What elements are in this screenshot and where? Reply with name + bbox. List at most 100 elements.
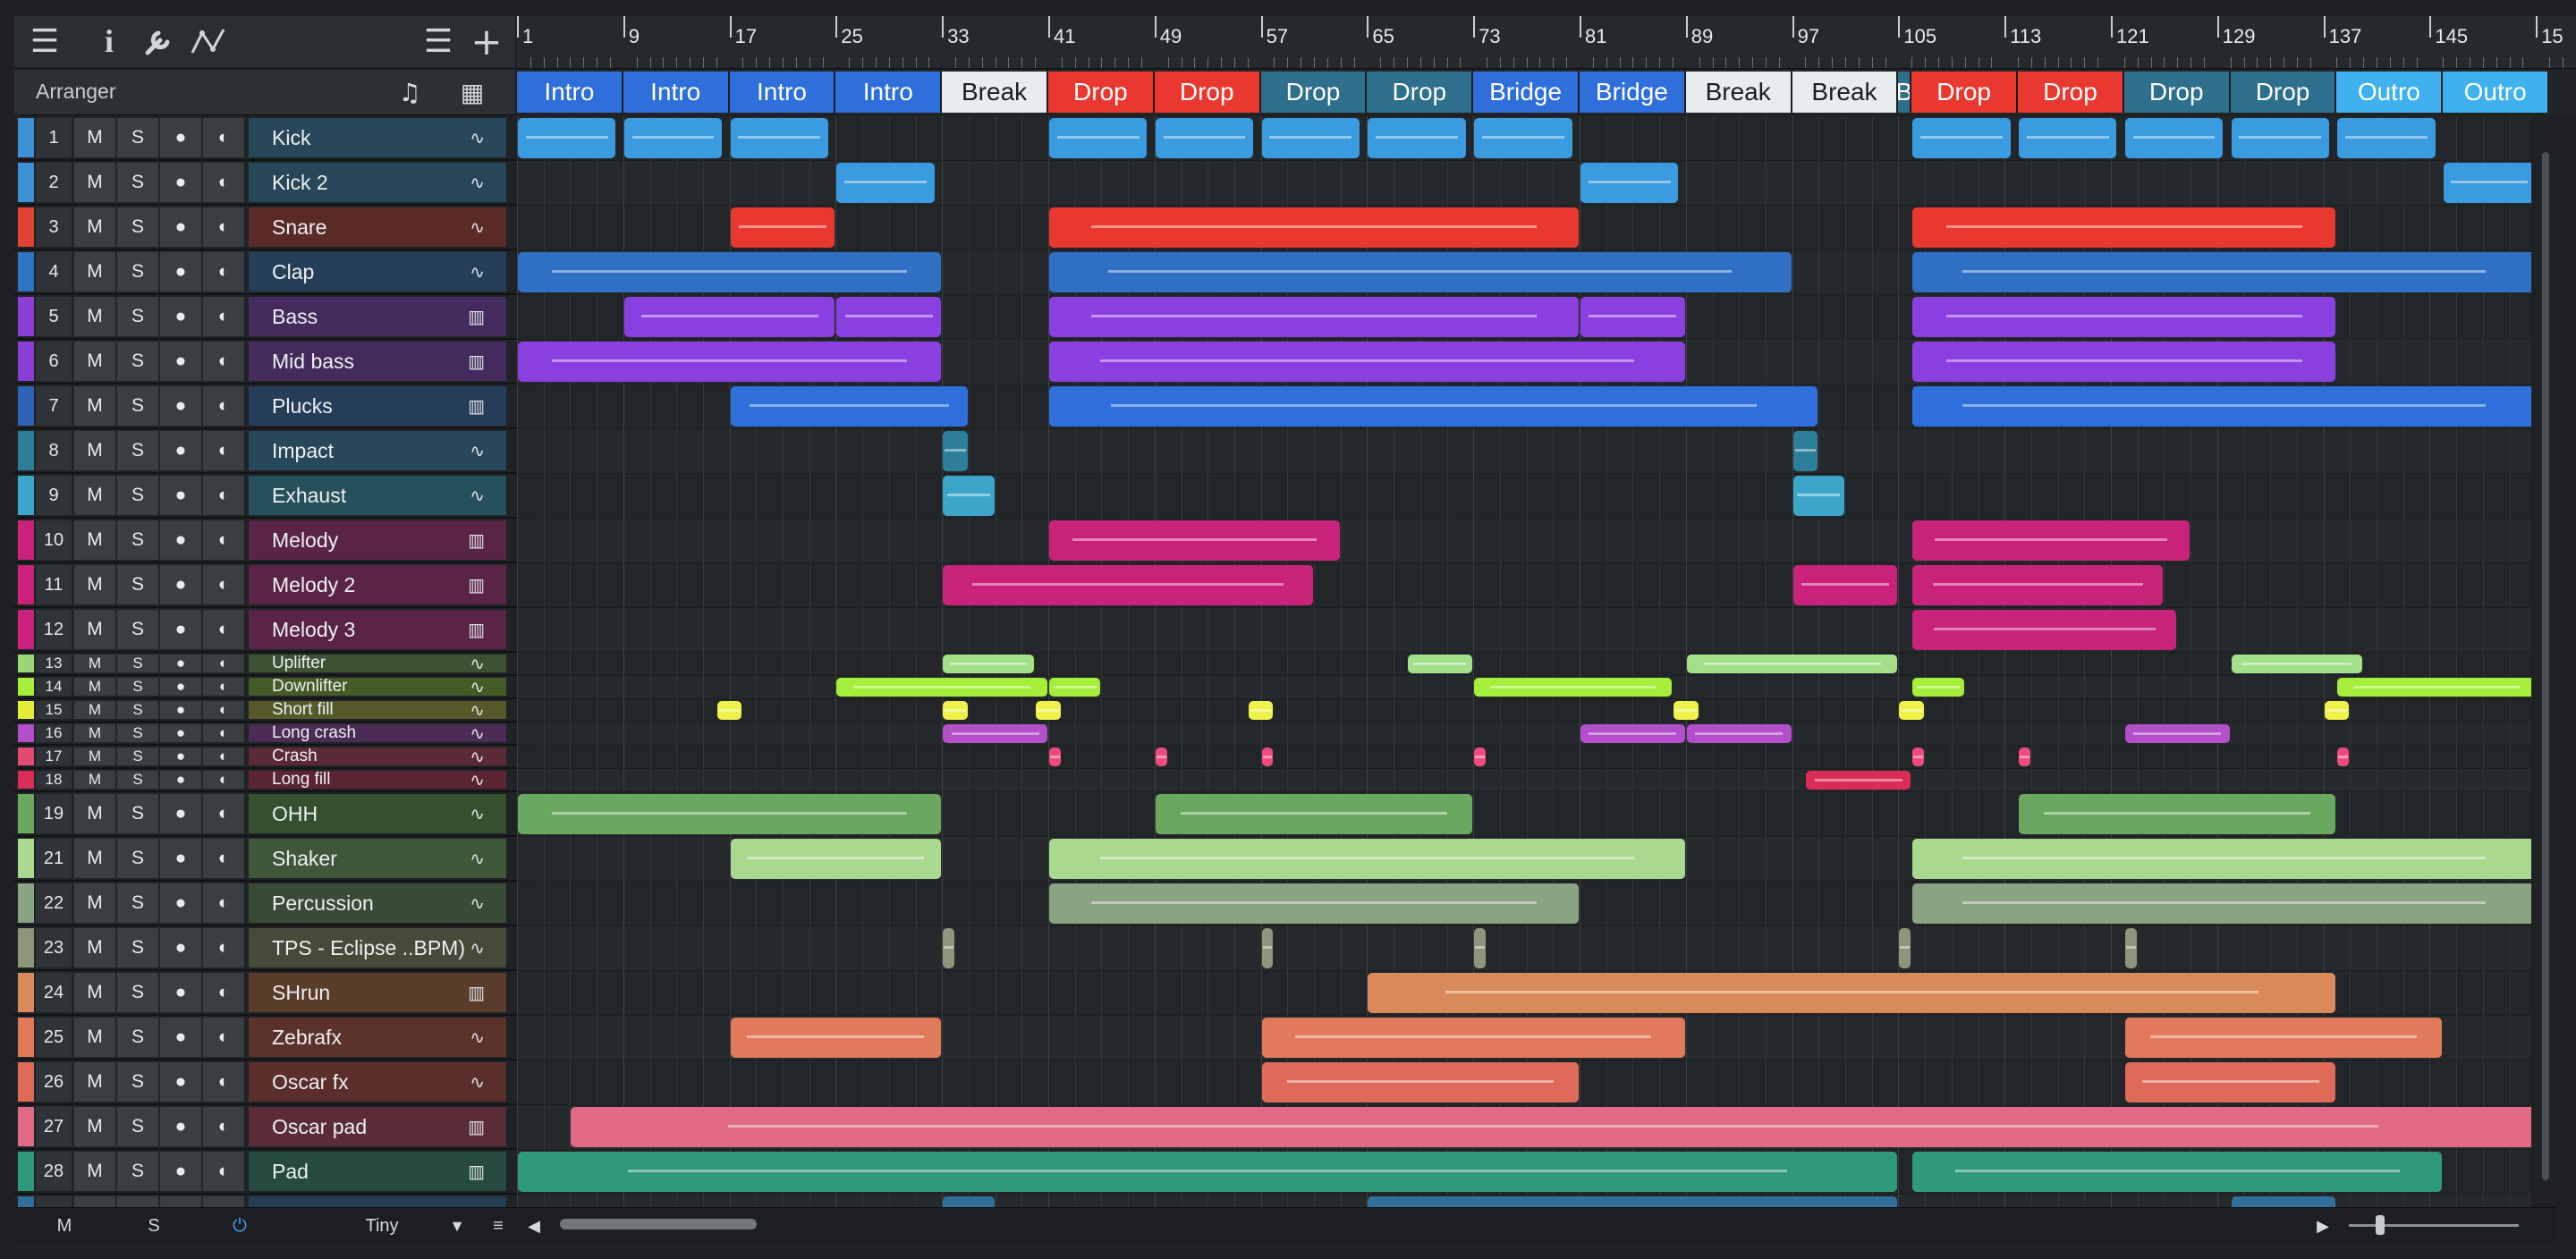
monitor-button[interactable]: ◐ [202,252,244,292]
monitor-button[interactable]: ◐ [202,839,244,878]
clip[interactable] [836,678,1047,697]
clip[interactable] [943,1196,995,1207]
add-icon[interactable]: + [467,20,506,63]
clip[interactable] [1049,297,1579,337]
clip[interactable] [1912,610,2177,650]
clip[interactable] [518,252,942,292]
track-name[interactable]: Melody ▥ [249,520,506,560]
track-color-swatch[interactable] [18,794,34,833]
monitor-button[interactable]: ◐ [202,1152,244,1191]
clip[interactable] [1261,1062,1579,1103]
track-lane[interactable] [517,746,2531,769]
clip[interactable] [1368,973,2336,1013]
clip[interactable] [1368,118,1466,158]
track-name[interactable]: impOSCar∿ [249,1196,506,1207]
record-arm-button[interactable]: ● [159,252,201,292]
solo-button[interactable]: S [116,476,158,515]
track-header[interactable]: 16 M S ● ◐ Long crash ∿ [14,722,517,746]
clip[interactable] [943,928,955,968]
record-arm-button[interactable]: ● [159,678,201,696]
track-header[interactable]: 22 M S ● ◐ Percussion ∿ [14,882,517,926]
track-lane[interactable] [517,608,2531,653]
clip[interactable] [1474,678,1672,697]
track-header[interactable]: 25 M S ● ◐ Zebrafx ∿ [14,1016,517,1060]
track-name[interactable]: Downlifter ∿ [249,678,506,696]
clip[interactable] [1912,839,2531,879]
track-header[interactable]: 17 M S ● ◐ Crash ∿ [14,746,517,769]
track-header[interactable]: 4 M S ● ◐ Clap ∿ [14,250,517,295]
solo-button[interactable]: S [116,1196,158,1207]
monitor-button[interactable]: ◐ [202,163,244,202]
clip[interactable] [2124,928,2137,968]
menu-icon[interactable]: ☰ [25,21,64,61]
track-lane[interactable] [517,429,2531,474]
track-color-swatch[interactable] [18,839,34,878]
clip[interactable] [1580,163,1679,203]
clip[interactable] [1049,748,1061,766]
clip[interactable] [623,118,723,158]
track-color-swatch[interactable] [18,1107,34,1146]
arranger-section[interactable]: Drop [1260,72,1368,113]
clip[interactable] [1368,1196,1898,1207]
track-color-swatch[interactable] [18,771,34,789]
mute-button[interactable]: M [73,118,115,157]
track-color-swatch[interactable] [18,476,34,515]
clip[interactable] [2231,118,2330,158]
clip[interactable] [730,839,942,879]
clip[interactable] [1261,118,1360,158]
clip[interactable] [1407,655,1473,673]
clip[interactable] [1673,701,1699,720]
chevron-down-icon[interactable]: ▼ [444,1213,470,1238]
track-lane[interactable] [517,474,2531,519]
track-lane[interactable] [517,926,2531,971]
track-lane[interactable] [517,699,2531,722]
arranger-section[interactable]: Bridge [1580,72,1686,113]
clip[interactable] [2019,794,2336,834]
record-arm-button[interactable]: ● [159,565,201,604]
clip[interactable] [623,297,835,337]
mute-button[interactable]: M [73,1018,115,1057]
clip[interactable] [730,207,835,248]
record-arm-button[interactable]: ● [159,163,201,202]
track-header[interactable]: 8 M S ● ◐ Impact ∿ [14,429,517,474]
arranger-track[interactable]: Intro Intro Intro Intro Break Drop Drop Drop Dro… [517,70,2576,114]
clip[interactable] [1049,342,1685,382]
monitor-button[interactable]: ◐ [202,701,244,719]
mute-button[interactable]: M [73,883,115,923]
clip[interactable] [1155,794,1473,834]
solo-button[interactable]: S [116,655,158,672]
clip[interactable] [1261,1018,1685,1058]
mute-button[interactable]: M [73,207,115,247]
arranger-section[interactable]: Intro [623,72,730,113]
solo-button[interactable]: S [116,1018,158,1057]
track-color-swatch[interactable] [18,431,34,470]
arranger-section[interactable]: Drop [1154,72,1261,113]
clip[interactable] [730,118,828,158]
track-color-swatch[interactable] [18,610,34,649]
track-height-select[interactable]: Tiny [342,1213,422,1238]
list-options-icon[interactable]: ≡ [485,1213,512,1238]
record-arm-button[interactable]: ● [159,883,201,923]
track-header[interactable]: 7 M S ● ◐ Plucks ▥ [14,384,517,429]
arranger-section[interactable]: Break [1792,72,1899,113]
track-color-swatch[interactable] [18,1018,34,1057]
track-name[interactable]: Zebrafx ∿ [249,1018,506,1057]
monitor-button[interactable]: ◐ [202,297,244,336]
clip[interactable] [836,297,942,337]
timeline-ruler[interactable]: 1 9 17 25 33 41 49 57 65 73 81 89 97 105 113 121 129 137 1… [517,16,2576,69]
clip[interactable] [1049,678,1101,697]
mute-button[interactable]: M [73,928,115,967]
clip[interactable] [2337,118,2436,158]
record-arm-button[interactable]: ● [159,431,201,470]
track-header[interactable]: 10 M S ● ◐ Melody ▥ [14,519,517,563]
mute-button[interactable]: M [73,1062,115,1102]
mute-button[interactable]: M [73,342,115,381]
power-icon[interactable]: ⏻ [222,1213,258,1238]
mute-button[interactable]: M [73,476,115,515]
track-color-swatch[interactable] [18,342,34,381]
mute-button[interactable]: M [73,771,115,789]
clip[interactable] [2124,724,2230,743]
clip[interactable] [1580,297,1685,337]
solo-button[interactable]: S [116,678,158,696]
track-header[interactable]: 26 M S ● ◐ Oscar fx ∿ [14,1060,517,1105]
